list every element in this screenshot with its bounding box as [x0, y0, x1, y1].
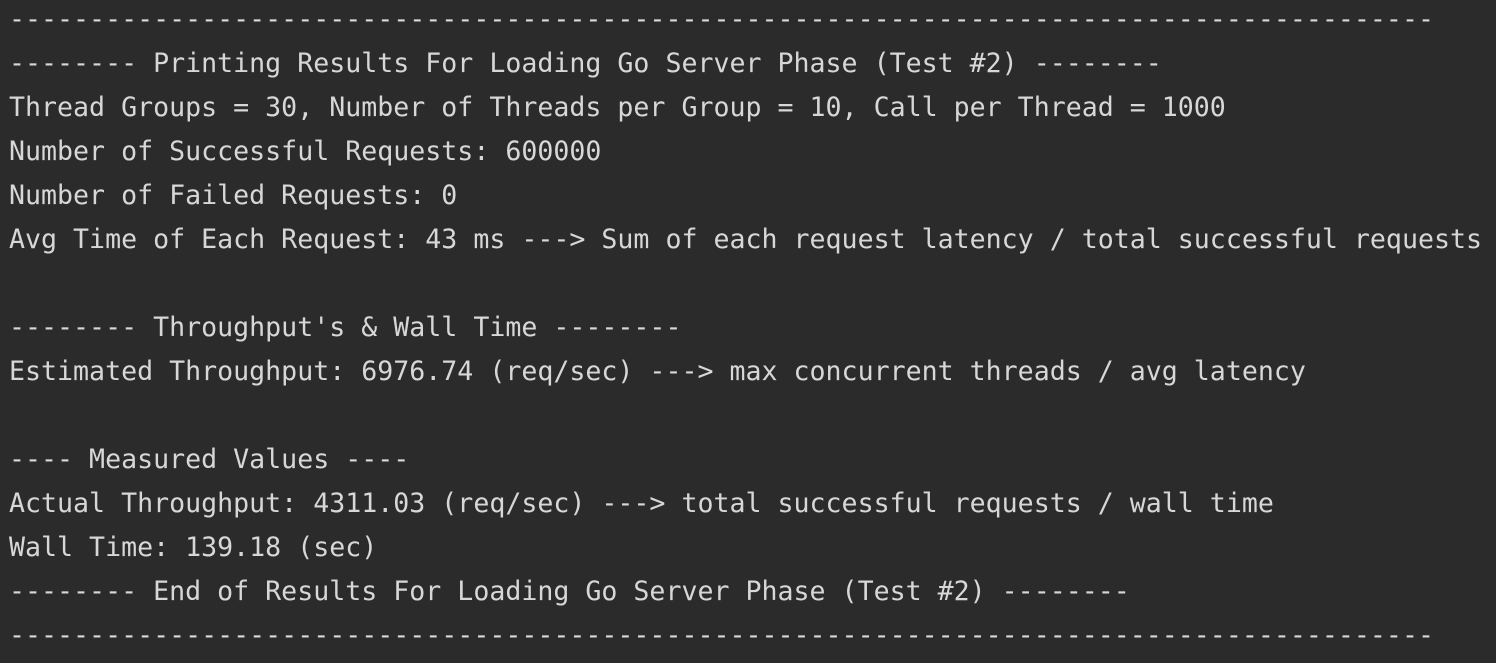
divider-line-bottom: ----------------------------------------…: [9, 620, 1434, 651]
measured-values-header: ---- Measured Values ----: [9, 444, 410, 475]
divider-line-top: ----------------------------------------…: [9, 4, 1434, 35]
estimated-throughput-line: Estimated Throughput: 6976.74 (req/sec) …: [9, 356, 1306, 387]
throughput-section-header: -------- Throughput's & Wall Time ------…: [9, 312, 682, 343]
failed-requests-line: Number of Failed Requests: 0: [9, 180, 458, 211]
actual-throughput-line: Actual Throughput: 4311.03 (req/sec) ---…: [9, 488, 1274, 519]
thread-config-line: Thread Groups = 30, Number of Threads pe…: [9, 92, 1226, 123]
results-footer-line: -------- End of Results For Loading Go S…: [9, 576, 1130, 607]
results-header-line: -------- Printing Results For Loading Go…: [9, 48, 1162, 79]
avg-time-line: Avg Time of Each Request: 43 ms ---> Sum…: [9, 224, 1482, 255]
successful-requests-line: Number of Successful Requests: 600000: [9, 136, 602, 167]
wall-time-line: Wall Time: 139.18 (sec): [9, 532, 378, 563]
console-output: ----------------------------------------…: [9, 0, 1489, 663]
